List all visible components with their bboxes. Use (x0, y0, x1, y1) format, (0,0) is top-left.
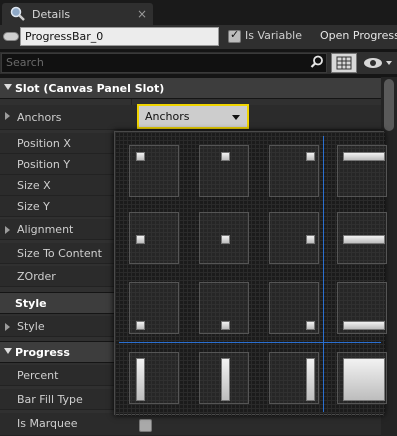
anchor-frame (129, 352, 179, 404)
anchor-preset-center[interactable] (195, 208, 253, 268)
anchor-marker-icon (221, 358, 230, 401)
anchor-frame (129, 145, 179, 197)
anchor-frame (337, 212, 387, 264)
search-icon[interactable] (310, 55, 324, 69)
anchor-frame (129, 282, 179, 334)
anchor-marker-icon (136, 152, 145, 161)
prop-label: ZOrder (17, 270, 56, 283)
prop-label: Is Marquee (17, 417, 78, 430)
anchor-marker-icon (343, 152, 385, 161)
anchor-marker-icon (136, 235, 145, 244)
details-magnifier-icon (10, 6, 25, 21)
search-row: Search (0, 52, 397, 74)
prop-label: Size Y (17, 200, 50, 213)
tab-bar: Details × (0, 0, 397, 25)
anchor-preset-right-stretch[interactable] (265, 348, 323, 408)
anchor-frame (269, 282, 319, 334)
scroll-thumb[interactable] (384, 79, 394, 131)
prop-label: Size X (17, 179, 51, 192)
horizontal-guide-line (119, 342, 381, 343)
anchor-preset-bottom-left[interactable] (125, 278, 183, 338)
anchor-marker-icon (221, 152, 230, 161)
anchor-preset-top-left[interactable] (125, 141, 183, 201)
eye-icon[interactable] (361, 54, 395, 72)
anchor-preset-center-right[interactable] (265, 208, 323, 268)
prop-label: Percent (17, 369, 59, 382)
anchor-marker-icon (136, 358, 145, 401)
anchors-preset-popup (114, 131, 387, 416)
prop-label: Bar Fill Type (17, 393, 83, 406)
anchor-preset-top-right[interactable] (265, 141, 323, 201)
prop-label: Style (17, 320, 45, 333)
anchor-preset-center-stretch[interactable] (333, 208, 391, 268)
prop-label: Size To Content (17, 247, 102, 260)
search-input[interactable]: Search (1, 53, 327, 73)
prop-label: Anchors (17, 111, 62, 124)
category-label: Style (15, 297, 47, 310)
anchor-marker-icon (306, 235, 315, 244)
anchor-preset-bottom-stretch[interactable] (333, 278, 391, 338)
vertical-guide-line (323, 136, 324, 412)
is-marquee-checkbox[interactable] (139, 419, 152, 432)
expand-arrow-icon[interactable] (5, 226, 10, 234)
widget-header: ProgressBar_0 ✓ Is Variable Open Progres… (0, 25, 397, 49)
anchor-preset-center-left[interactable] (125, 208, 183, 268)
anchor-frame (269, 212, 319, 264)
expand-arrow-icon[interactable] (5, 323, 10, 331)
anchor-frame (337, 282, 387, 334)
collapse-arrow-icon (4, 348, 12, 354)
tab-details[interactable]: Details × (2, 3, 153, 25)
anchor-preset-top-center[interactable] (195, 141, 253, 201)
category-slot[interactable]: Slot (Canvas Panel Slot) (0, 77, 381, 99)
progress-bar-icon (3, 32, 19, 41)
prop-label: Position X (17, 137, 71, 150)
prop-is-marquee: Is Marquee (0, 413, 381, 436)
anchor-marker-icon (136, 321, 145, 330)
anchor-frame (337, 145, 387, 197)
anchor-preset-left-stretch[interactable] (125, 348, 183, 408)
anchor-frame (269, 145, 319, 197)
prop-label: Alignment (17, 223, 74, 236)
anchor-frame (199, 145, 249, 197)
chevron-down-icon (232, 115, 240, 120)
collapse-arrow-icon (4, 84, 12, 90)
anchor-frame (199, 212, 249, 264)
tab-close-icon[interactable]: × (137, 7, 147, 21)
checkmark-icon: ✓ (230, 28, 240, 41)
anchor-marker-icon (343, 321, 385, 330)
grid-icon (336, 56, 352, 70)
anchor-preset-bottom-center[interactable] (195, 278, 253, 338)
anchors-dropdown[interactable]: Anchors (137, 104, 249, 129)
anchor-preset-fill[interactable] (333, 348, 391, 408)
anchor-preset-top-stretch[interactable] (333, 141, 391, 201)
anchor-marker-icon (306, 321, 315, 330)
prop-label: Position Y (17, 158, 71, 171)
anchors-dropdown-value: Anchors (145, 110, 190, 123)
widget-name-field[interactable]: ProgressBar_0 (20, 27, 219, 46)
is-variable-checkbox[interactable]: ✓ (228, 28, 241, 43)
anchor-preset-center-vertical-stretch[interactable] (195, 348, 253, 408)
anchor-frame (337, 352, 387, 404)
anchor-marker-icon (343, 358, 385, 401)
anchor-frame (269, 352, 319, 404)
anchor-frame (199, 282, 249, 334)
anchor-frame (199, 352, 249, 404)
expand-arrow-icon[interactable] (5, 112, 10, 120)
property-matrix-button[interactable] (331, 53, 357, 73)
anchor-marker-icon (306, 358, 315, 401)
tab-label: Details (32, 7, 71, 21)
category-label: Progress (15, 346, 70, 359)
anchor-marker-icon (221, 321, 230, 330)
anchor-marker-icon (306, 152, 315, 161)
open-progress-link[interactable]: Open Progress (320, 29, 397, 42)
anchor-frame (129, 212, 179, 264)
anchor-preset-bottom-right[interactable] (265, 278, 323, 338)
anchor-marker-icon (343, 235, 385, 244)
category-label: Slot (Canvas Panel Slot) (15, 82, 165, 95)
anchor-marker-icon (221, 235, 230, 244)
is-variable-label: Is Variable (245, 29, 303, 42)
